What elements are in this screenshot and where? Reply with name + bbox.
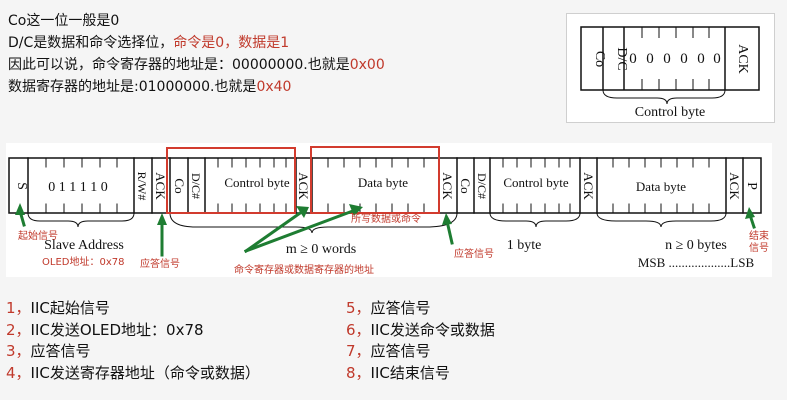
intro-line-4: 数据寄存器的地址是:01000000.也就是0x40	[8, 76, 385, 98]
i2c-frame-svg: S 0 1 1 1 1 0 R/W# ACK Co D/C# Control b…	[8, 146, 769, 276]
cb-bit2: 0	[680, 51, 688, 67]
frame-co-1: Co	[172, 178, 187, 193]
intro-line-1: Co这一位一般是0	[8, 13, 120, 29]
control-byte-svg: Co D/C 0 0 0 0 0 0 ACK Control byte	[580, 26, 760, 120]
cb-bit1: 0	[697, 51, 705, 67]
step-6: 6，IIC发送命令或数据	[346, 320, 495, 339]
cb-caption: Control byte	[635, 105, 705, 120]
intro-line-2b: 命令是0，数据是1	[173, 35, 290, 51]
frame-data-byte-1: Data byte	[358, 175, 408, 190]
intro-line-4a: 数据寄存器的地址是:01000000.也就是	[8, 79, 257, 95]
cb-bit5: 0	[629, 51, 637, 67]
step-2: 2，IIC发送OLED地址：0x78	[6, 320, 204, 339]
frame-addr-bits: 0 1 1 1 1 0	[48, 180, 108, 195]
frame-dc-1: D/C#	[189, 173, 203, 199]
frame-control-byte-1: Control byte	[224, 175, 290, 190]
intro-line-2: D/C是数据和命令选择位，命令是0，数据是1	[8, 32, 385, 54]
step-3: 3，应答信号	[6, 342, 91, 360]
one-byte-label: 1 byte	[507, 238, 542, 253]
frame-dc-2: D/C#	[475, 173, 489, 199]
intro-line-3: 因此可以说，命令寄存器的地址是：00000000.也就是0x00	[8, 54, 385, 76]
frame-ack-5: ACK	[727, 172, 742, 200]
oled-address-label: OLED地址：0x78	[42, 255, 124, 268]
step-8: 8，IIC结束信号	[346, 363, 450, 382]
ack-signal-label-2: 应答信号	[454, 247, 494, 260]
steps-left: 1，IIC起始信号 2，IIC发送OLED地址：0x78 3，应答信号 4，II…	[6, 298, 260, 384]
cb-bit3: 0	[663, 51, 671, 67]
frame-ack-2: ACK	[296, 172, 311, 200]
frame-ack-1: ACK	[153, 172, 168, 200]
steps-right: 5，应答信号 6，IIC发送命令或数据 7，应答信号 8，IIC结束信号	[346, 298, 495, 384]
cb-dc: D/C	[614, 47, 629, 70]
cb-co: Co	[592, 51, 607, 67]
frame-rw: R/W#	[135, 172, 149, 201]
ack-signal-label-1: 应答信号	[140, 257, 180, 270]
step-4: 4，IIC发送寄存器地址（命令或数据）	[6, 363, 260, 382]
frame-ack-3: ACK	[440, 172, 455, 200]
cb-ack: ACK	[735, 44, 750, 74]
intro-line-3b: 0x00	[349, 57, 385, 73]
intro-text: Co这一位一般是0 D/C是数据和命令选择位，命令是0，数据是1 因此可以说，命…	[8, 10, 385, 98]
n-bytes-label: n ≥ 0 bytes	[665, 238, 727, 253]
i2c-frame-diagram: S 0 1 1 1 1 0 R/W# ACK Co D/C# Control b…	[6, 143, 772, 277]
control-byte-figure: Co D/C 0 0 0 0 0 0 ACK Control byte	[566, 13, 775, 123]
frame-control-byte-2: Control byte	[503, 175, 569, 190]
cb-bit4: 0	[646, 51, 654, 67]
end-signal-label-2: 信号	[749, 242, 769, 254]
end-signal-label-1: 结束	[749, 229, 769, 242]
frame-ack-4: ACK	[581, 172, 596, 200]
step-7: 7，应答信号	[346, 342, 431, 360]
intro-line-2a: D/C是数据和命令选择位，	[8, 35, 174, 51]
start-signal-label: 起始信号	[18, 229, 58, 242]
intro-line-3a: 因此可以说，命令寄存器的地址是：00000000.也就是	[8, 57, 350, 73]
step-1: 1，IIC起始信号	[6, 299, 110, 317]
written-data-label: 所写数据或命令	[351, 212, 421, 225]
msb-lsb-label: MSB ...................LSB	[638, 255, 755, 270]
frame-start: S	[14, 182, 29, 190]
frame-stop: P	[744, 182, 759, 190]
frame-data-byte-2: Data byte	[636, 179, 686, 194]
step-5: 5，应答信号	[346, 299, 431, 317]
register-address-label: 命令寄存器或数据寄存器的地址	[234, 263, 374, 276]
m-words-label: m ≥ 0 words	[286, 242, 356, 257]
intro-line-4b: 0x40	[256, 79, 292, 95]
cb-bit0: 0	[713, 51, 721, 67]
frame-co-2: Co	[458, 178, 473, 193]
